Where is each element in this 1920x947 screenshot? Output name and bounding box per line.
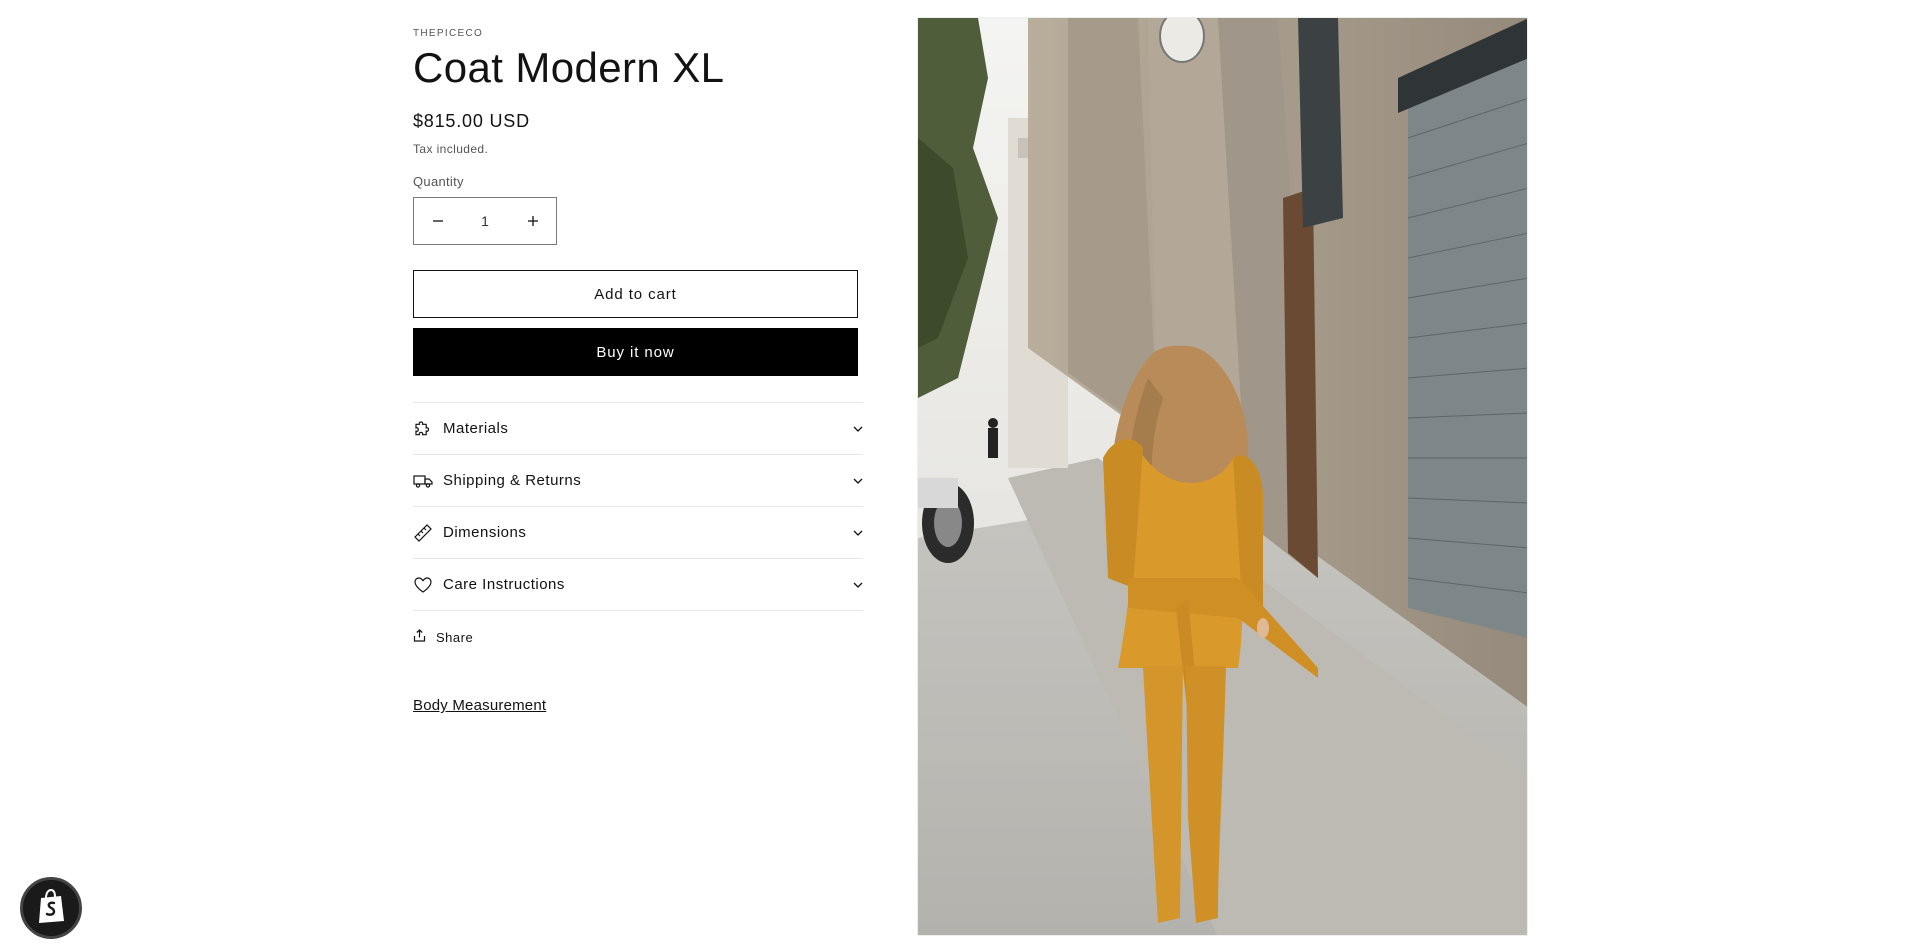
accordion-care-instructions[interactable]: Care Instructions: [413, 559, 863, 612]
quantity-decrease-button[interactable]: [414, 198, 461, 244]
shopping-bag-icon: [35, 888, 67, 929]
accordion-label: Materials: [443, 420, 509, 438]
puzzle-icon: [413, 419, 433, 439]
ruler-icon: [413, 523, 433, 543]
quantity-increase-button[interactable]: [509, 198, 556, 244]
buy-now-button[interactable]: Buy it now: [413, 328, 858, 377]
product-accordion: Materials Shipping & Returns Dimensions: [413, 402, 863, 612]
accordion-materials[interactable]: Materials: [413, 403, 863, 456]
share-label: Share: [436, 629, 474, 645]
body-measurement-link[interactable]: Body Measurement: [413, 697, 546, 714]
shopify-badge[interactable]: [20, 877, 82, 939]
chevron-down-icon: [843, 426, 863, 432]
share-icon: [413, 629, 426, 645]
chevron-down-icon: [843, 478, 863, 484]
minus-icon: [432, 220, 443, 223]
product-info: THEPICECO Coat Modern XL $815.00 USD Tax…: [413, 28, 863, 715]
accordion-shipping-returns[interactable]: Shipping & Returns: [413, 455, 863, 508]
product-title: Coat Modern XL: [413, 44, 725, 91]
chevron-down-icon: [843, 582, 863, 588]
product-price: $815.00 USD: [413, 111, 530, 132]
tax-note: Tax included.: [413, 142, 489, 157]
heart-icon: [413, 575, 433, 595]
accordion-dimensions[interactable]: Dimensions: [413, 507, 863, 560]
chevron-down-icon: [843, 530, 863, 536]
product-image[interactable]: [917, 17, 1528, 936]
quantity-stepper: [413, 197, 557, 246]
plus-icon: [527, 216, 538, 227]
add-to-cart-button[interactable]: Add to cart: [413, 270, 858, 319]
accordion-label: Shipping & Returns: [443, 472, 582, 490]
truck-icon: [413, 471, 433, 491]
product-vendor: THEPICECO: [413, 28, 484, 39]
quantity-input[interactable]: [461, 213, 509, 230]
share-button[interactable]: Share: [413, 629, 863, 645]
accordion-label: Dimensions: [443, 524, 527, 542]
accordion-label: Care Instructions: [443, 576, 565, 594]
quantity-label: Quantity: [413, 174, 464, 190]
